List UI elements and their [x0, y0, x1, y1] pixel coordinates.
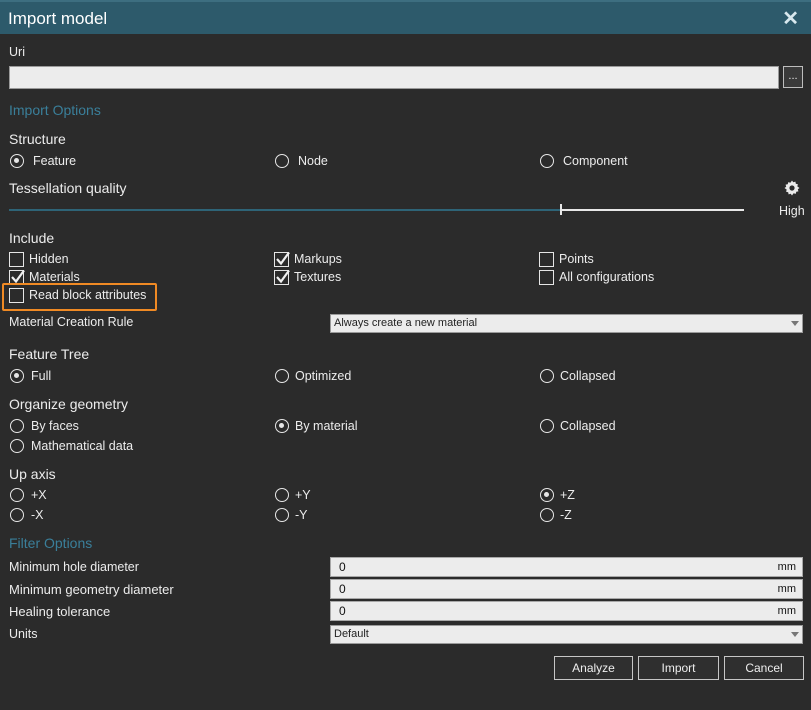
- min-geometry-label: Minimum geometry diameter: [9, 582, 174, 597]
- checkbox-textures[interactable]: [274, 269, 290, 285]
- cancel-button[interactable]: Cancel: [724, 656, 804, 680]
- radio-by-faces[interactable]: [10, 419, 24, 433]
- checkbox-markups[interactable]: [274, 251, 290, 267]
- radio-plus-z[interactable]: [540, 488, 554, 502]
- units-value: Default: [334, 628, 369, 640]
- radio-by-material[interactable]: [275, 419, 289, 433]
- checkbox-hidden[interactable]: [9, 252, 24, 267]
- radio-minus-z[interactable]: [540, 508, 554, 522]
- radio-feature[interactable]: [10, 154, 24, 168]
- radio-minus-x[interactable]: [10, 508, 24, 522]
- healing-tolerance-input[interactable]: 0 mm: [330, 601, 803, 621]
- tessellation-slider[interactable]: [9, 204, 744, 215]
- window-title: Import model: [8, 9, 108, 28]
- uri-input[interactable]: [9, 66, 779, 89]
- checkbox-points[interactable]: [539, 252, 554, 267]
- analyze-button[interactable]: Analyze: [554, 656, 633, 680]
- radio-component[interactable]: [540, 154, 554, 168]
- min-geometry-input[interactable]: 0 mm: [330, 579, 803, 599]
- material-rule-dropdown[interactable]: Always create a new material: [330, 314, 803, 333]
- feature-tree-label: Feature Tree: [9, 346, 90, 362]
- close-icon[interactable]: ✕: [782, 6, 799, 31]
- gear-icon[interactable]: [784, 180, 800, 196]
- structure-label: Structure: [9, 131, 66, 147]
- checkmark-icon: [276, 251, 290, 266]
- slider-remaining-track: [560, 209, 744, 211]
- radio-feature-tree-collapsed[interactable]: [540, 369, 554, 383]
- radio-full[interactable]: [10, 369, 24, 383]
- healing-tolerance-label: Healing tolerance: [9, 604, 111, 619]
- min-hole-label: Minimum hole diameter: [9, 560, 139, 574]
- organize-geometry-label: Organize geometry: [9, 396, 129, 412]
- import-button[interactable]: Import: [638, 656, 719, 680]
- radio-organize-collapsed[interactable]: [540, 419, 554, 433]
- tessellation-level-label: High: [779, 204, 805, 218]
- filter-options-header: Filter Options: [9, 535, 93, 551]
- highlight-box: [2, 283, 157, 311]
- import-options-header: Import Options: [9, 102, 101, 118]
- checkbox-all-configurations[interactable]: [539, 270, 554, 285]
- chevron-down-icon: [791, 321, 799, 326]
- title-bar: Import model ✕: [0, 0, 811, 34]
- radio-optimized[interactable]: [275, 369, 289, 383]
- material-rule-label: Material Creation Rule: [9, 315, 134, 329]
- units-label: Units: [9, 627, 38, 641]
- material-rule-value: Always create a new material: [334, 317, 478, 329]
- browse-button[interactable]: ...: [783, 66, 803, 88]
- slider-filled-track: [9, 209, 560, 211]
- slider-thumb[interactable]: [560, 204, 562, 215]
- checkmark-icon: [276, 269, 290, 284]
- include-label: Include: [9, 230, 55, 246]
- radio-plus-x[interactable]: [10, 488, 24, 502]
- chevron-down-icon: [791, 632, 799, 637]
- min-hole-input[interactable]: 0 mm: [330, 557, 803, 577]
- radio-plus-y[interactable]: [275, 488, 289, 502]
- radio-node[interactable]: [275, 154, 289, 168]
- tessellation-label: Tessellation quality: [9, 180, 127, 196]
- radio-minus-y[interactable]: [275, 508, 289, 522]
- up-axis-label: Up axis: [9, 466, 56, 482]
- uri-label: Uri: [9, 45, 25, 59]
- radio-mathematical-data[interactable]: [10, 439, 24, 453]
- units-dropdown[interactable]: Default: [330, 625, 803, 644]
